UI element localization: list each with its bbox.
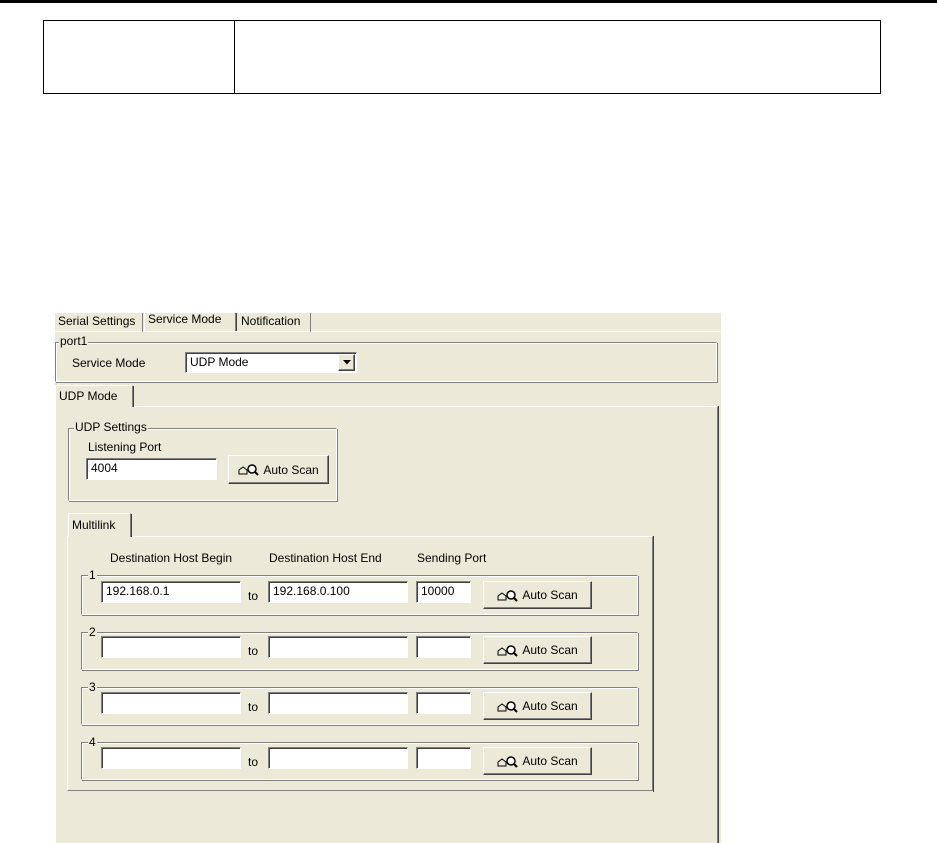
scan-magnifier-icon	[497, 755, 519, 768]
settings-dialog: Serial Settings Service Mode Notificatio…	[55, 313, 721, 843]
row-4-auto-scan-button[interactable]: Auto Scan	[483, 747, 592, 775]
tab-multilink[interactable]: Multilink	[68, 513, 132, 537]
row-4-begin-input[interactable]	[101, 747, 241, 769]
tab-notification[interactable]: Notification	[238, 313, 311, 332]
table-divider	[234, 21, 235, 93]
tab-service-mode-label: Service Mode	[148, 313, 222, 326]
scan-magnifier-icon	[497, 589, 519, 602]
udp-settings-title: UDP Settings	[74, 420, 148, 434]
row-1-end-value: 192.168.0.100	[273, 584, 350, 598]
row-1-auto-scan-button[interactable]: Auto Scan	[483, 581, 592, 609]
listening-port-value: 4004	[91, 461, 118, 475]
column-header-port: Sending Port	[417, 551, 487, 565]
listening-port-label: Listening Port	[88, 440, 162, 454]
row-2-begin-input[interactable]	[101, 636, 241, 658]
row-4-port-input[interactable]	[416, 747, 471, 769]
listening-port-auto-scan-label: Auto Scan	[263, 462, 319, 477]
top-tab-line	[55, 331, 721, 332]
row-number-3: 3	[88, 680, 97, 694]
row-2-end-input[interactable]	[268, 636, 408, 658]
row-4-end-input[interactable]	[268, 747, 408, 769]
chevron-down-icon	[342, 360, 351, 365]
port-group	[55, 342, 717, 382]
row-3-port-input[interactable]	[416, 692, 471, 714]
row-3-to-label: to	[248, 700, 259, 714]
row-1-port-input[interactable]: 10000	[416, 581, 471, 603]
row-3-begin-input[interactable]	[101, 692, 241, 714]
port-group-title: port1	[59, 334, 89, 348]
row-1-end-input[interactable]: 192.168.0.100	[268, 581, 408, 603]
column-header-end: Destination Host End	[269, 551, 382, 565]
top-rule	[0, 0, 937, 3]
column-header-begin: Destination Host Begin	[110, 551, 233, 565]
row-4-to-label: to	[248, 755, 259, 769]
listening-port-auto-scan-button[interactable]: Auto Scan	[228, 455, 329, 484]
document-table	[43, 20, 881, 94]
row-3-auto-scan-button[interactable]: Auto Scan	[483, 692, 592, 720]
row-number-2: 2	[88, 625, 97, 639]
row-1-begin-value: 192.168.0.1	[106, 584, 170, 598]
row-3-end-input[interactable]	[268, 692, 408, 714]
listening-port-input[interactable]: 4004	[86, 458, 217, 480]
tab-udp-mode-label: UDP Mode	[59, 389, 118, 403]
row-4-auto-scan-label: Auto Scan	[522, 754, 578, 768]
service-mode-select[interactable]: UDP Mode	[185, 352, 357, 373]
tab-multilink-label: Multilink	[72, 518, 116, 532]
scan-magnifier-icon	[497, 644, 519, 657]
row-2-auto-scan-label: Auto Scan	[522, 643, 578, 657]
row-number-1: 1	[88, 568, 97, 582]
service-mode-dropdown-button[interactable]	[338, 354, 355, 371]
service-mode-value: UDP Mode	[190, 355, 249, 369]
row-1-port-value: 10000	[421, 584, 455, 598]
row-2-port-input[interactable]	[416, 636, 471, 658]
row-2-auto-scan-button[interactable]: Auto Scan	[483, 636, 592, 664]
row-1-to-label: to	[248, 589, 259, 603]
tab-serial-settings[interactable]: Serial Settings	[55, 313, 143, 332]
tab-service-mode[interactable]: Service Mode	[144, 313, 237, 331]
row-2-to-label: to	[248, 644, 259, 658]
scan-magnifier-icon	[497, 700, 519, 713]
row-1-begin-input[interactable]: 192.168.0.1	[101, 581, 241, 603]
scan-magnifier-icon	[238, 464, 260, 476]
tab-udp-mode[interactable]: UDP Mode	[55, 385, 134, 407]
row-3-auto-scan-label: Auto Scan	[522, 699, 578, 713]
row-1-auto-scan-label: Auto Scan	[522, 588, 578, 602]
row-number-4: 4	[88, 735, 97, 749]
service-mode-label: Service Mode	[72, 356, 146, 370]
